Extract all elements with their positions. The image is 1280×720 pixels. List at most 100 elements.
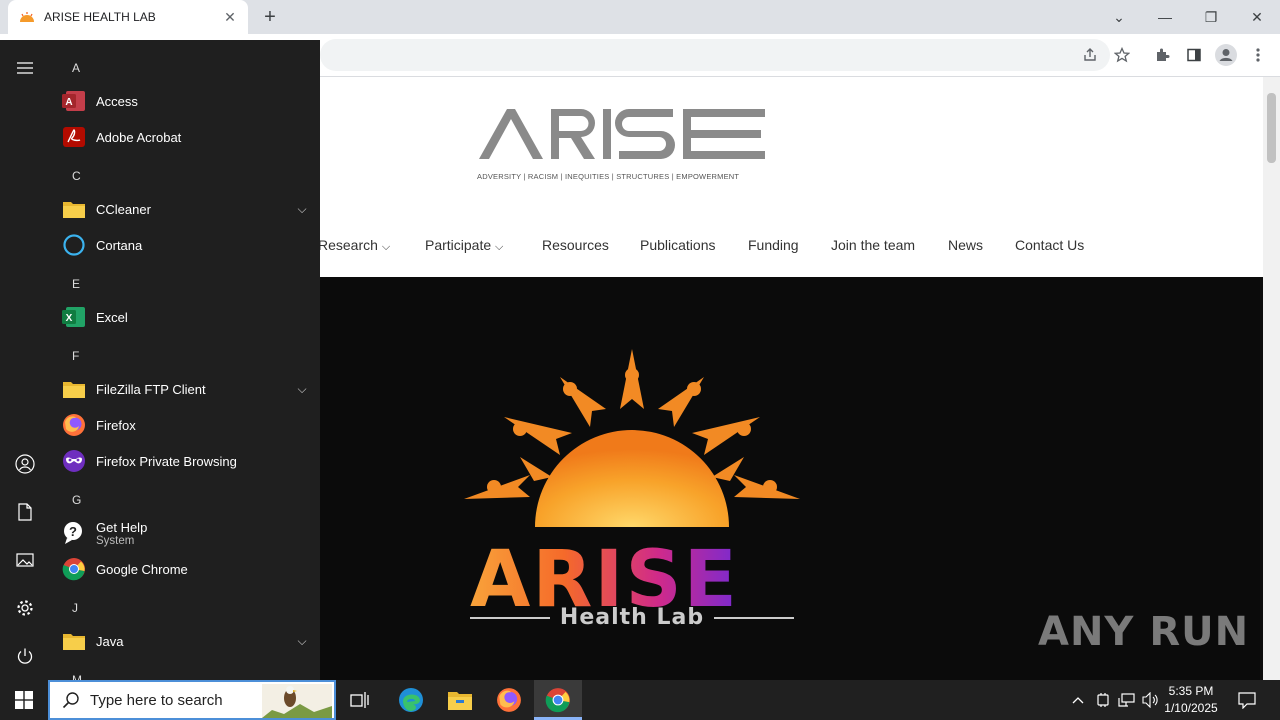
app-google-chrome[interactable]: Google Chrome [62,553,310,585]
app-filezilla-folder[interactable]: FileZilla FTP Client ⌵ [62,373,310,405]
group-letter-c[interactable]: C [72,169,81,183]
nav-research[interactable]: Research ⌵ [318,237,390,254]
svg-text:A: A [65,97,72,108]
get-help-icon: ? [62,521,86,545]
app-label-stack: Get Help System [96,520,310,547]
svg-text:?: ? [69,524,77,539]
bookmark-star-icon[interactable] [1110,43,1134,67]
chevron-down-icon: ⌵ [381,241,391,253]
cortana-icon [62,233,86,257]
app-ccleaner-folder[interactable]: CCleaner ⌵ [62,193,310,225]
chrome-taskbar-icon[interactable] [544,686,572,714]
group-letter-a[interactable]: A [72,61,80,75]
app-get-help[interactable]: ? Get Help System [62,517,310,549]
firefox-taskbar-icon[interactable] [495,686,523,714]
tab-close-icon[interactable]: ✕ [222,9,238,26]
scroll-thumb[interactable] [1267,93,1276,163]
pictures-icon[interactable] [13,548,37,572]
app-adobe-acrobat[interactable]: Adobe Acrobat [62,121,310,153]
app-label: CCleaner [96,201,151,217]
chevron-down-icon[interactable]: ⌵ [294,634,310,649]
chevron-down-icon[interactable]: ⌵ [294,382,310,397]
user-account-icon[interactable] [13,452,37,476]
taskbar-search-box[interactable]: Type here to search [48,680,336,720]
hamburger-menu-icon[interactable] [13,56,37,80]
restore-button[interactable]: ❐ [1188,0,1234,34]
anyrun-watermark: ANY RUN [1038,609,1250,655]
nav-publications[interactable]: Publications [640,237,716,253]
taskbar: Type here to search 5:35 PM 1/10/2025 [0,680,1280,720]
tab-search-icon[interactable]: ⌄ [1096,0,1142,34]
search-placeholder: Type here to search [90,691,223,709]
app-firefox-private[interactable]: Firefox Private Browsing [62,445,310,477]
app-excel[interactable]: X Excel [62,301,310,333]
minimize-button[interactable]: — [1142,0,1188,34]
nav-participate-label: Participate [425,237,492,253]
divider [470,616,550,619]
extensions-icon[interactable] [1150,43,1174,67]
nav-funding[interactable]: Funding [748,237,799,253]
windows-start-button[interactable] [0,680,48,720]
browser-tab[interactable]: ARISE HEALTH LAB ✕ [8,0,248,34]
app-java-folder[interactable]: Java ⌵ [62,625,310,657]
group-letter-j[interactable]: J [72,601,78,615]
hero-subtitle-text: Health Lab [559,605,705,630]
nav-participate[interactable]: Participate ⌵ [425,237,503,254]
svg-text:X: X [66,313,73,324]
close-window-button[interactable]: ✕ [1234,0,1280,34]
profile-avatar[interactable] [1214,43,1238,67]
documents-icon[interactable] [13,500,37,524]
chevron-down-icon[interactable]: ⌵ [294,202,310,217]
folder-icon [62,377,86,401]
firefox-icon [62,413,86,437]
app-label: Excel [96,309,128,325]
nav-resources[interactable]: Resources [542,237,609,253]
system-clock[interactable]: 5:35 PM 1/10/2025 [1160,683,1222,717]
hero-subtitle: Health Lab [470,605,795,630]
arise-wordmark [479,109,765,159]
nav-join-the-team[interactable]: Join the team [831,237,915,253]
app-label: Google Chrome [96,561,188,577]
file-explorer-icon[interactable] [446,686,474,714]
arise-favicon-icon [20,12,34,22]
app-cortana[interactable]: Cortana [62,229,310,261]
app-access[interactable]: A Access [62,85,310,117]
excel-icon: X [62,305,86,329]
nav-news[interactable]: News [948,237,983,253]
divider [714,616,795,619]
chrome-icon [62,557,86,581]
nav-research-label: Research [318,237,378,253]
side-panel-icon[interactable] [1182,43,1206,67]
app-sublabel: System [96,534,135,547]
sun-logo-icon [464,349,800,527]
network-icon[interactable] [1117,690,1137,710]
edge-icon[interactable] [397,686,425,714]
site-tagline: ADVERSITY | RACISM | INEQUITIES | STRUCT… [477,172,740,181]
page-scrollbar[interactable] [1263,77,1280,680]
app-firefox[interactable]: Firefox [62,409,310,441]
browser-menu-icon[interactable] [1246,43,1270,67]
group-letter-g[interactable]: G [72,493,81,507]
access-icon: A [62,89,86,113]
chevron-up-icon[interactable] [1068,690,1088,710]
windows-logo-icon [15,691,33,709]
new-tab-button[interactable]: + [259,6,281,28]
search-highlight-image [262,684,332,718]
nav-contact-us[interactable]: Contact Us [1015,237,1084,253]
address-bar[interactable] [320,39,1110,71]
notification-center-icon[interactable] [1237,690,1257,710]
site-logo[interactable]: ADVERSITY | RACISM | INEQUITIES | STRUCT… [477,105,767,181]
volume-icon[interactable] [1141,690,1161,710]
folder-icon [62,629,86,653]
share-icon[interactable] [1078,43,1102,67]
app-label: Get Help [96,519,148,535]
group-letter-f[interactable]: F [72,349,79,363]
settings-gear-icon[interactable] [13,596,37,620]
chevron-down-icon: ⌵ [495,241,504,253]
tab-strip: ARISE HEALTH LAB ✕ + ⌄ — ❐ ✕ [0,0,1280,34]
tab-title: ARISE HEALTH LAB [44,10,156,24]
device-icon[interactable] [1093,690,1113,710]
power-icon[interactable] [13,644,37,668]
group-letter-e[interactable]: E [72,277,80,291]
task-view-icon[interactable] [346,686,374,714]
